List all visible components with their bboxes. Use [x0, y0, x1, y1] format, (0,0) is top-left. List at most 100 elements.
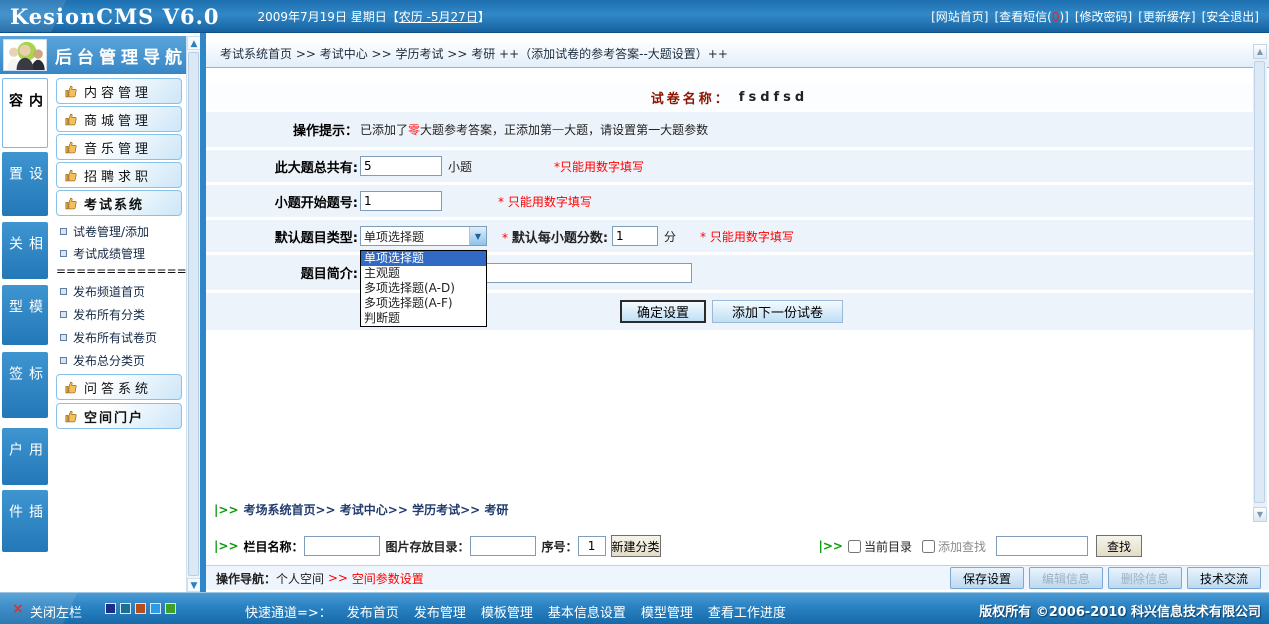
quick-link-template-management[interactable]: 模板管理 [481, 602, 533, 621]
refresh-cache-link[interactable]: [更新缓存] [1138, 8, 1195, 25]
submenu-exam-scores[interactable]: 考试成绩管理 [60, 245, 145, 262]
delete-info-button[interactable]: 删除信息 [1108, 567, 1182, 589]
add-next-paper-button[interactable]: 添加下一份试卷 [712, 300, 843, 323]
theme-swatch-teal[interactable] [120, 603, 131, 614]
scroll-down-icon[interactable]: ▼ [1253, 507, 1267, 522]
quick-link-basic-info-settings[interactable]: 基本信息设置 [548, 602, 626, 621]
category-name-label: 栏目名称： [244, 538, 304, 555]
dropdown-option-multi-ad[interactable]: 多项选择题(A-D) [361, 281, 486, 296]
submenu-paper-management[interactable]: 试卷管理/添加 [60, 223, 149, 240]
question-type-select[interactable]: 单项选择题 ▼ [360, 226, 487, 246]
quick-link-publish-management[interactable]: 发布管理 [414, 602, 466, 621]
close-left-panel-link[interactable]: 关闭左栏 [30, 602, 82, 621]
menu-mall-management[interactable]: 商城管理 [56, 106, 182, 132]
logout-link[interactable]: [安全退出] [1202, 8, 1259, 25]
bullet-icon [60, 311, 67, 318]
sidebar-tab-plugins[interactable]: 插件 [2, 490, 48, 552]
main-scrollbar[interactable]: ▲ ▼ [1253, 44, 1267, 522]
tech-exchange-button[interactable]: 技术交流 [1187, 567, 1261, 589]
sidebar-tab-settings[interactable]: 设置 [2, 152, 48, 216]
question-type-row: 默认题目类型: 单项选择题 ▼ * 默认每小题分数: 分 * 只能用数字填写 [206, 220, 1253, 252]
score-note: * 只能用数字填写 [700, 228, 794, 245]
quick-link-publish-home[interactable]: 发布首页 [347, 602, 399, 621]
menu-music-management[interactable]: 音乐管理 [56, 134, 182, 160]
category-name-input[interactable] [304, 536, 380, 556]
paper-name-label: 试卷名称： [651, 88, 731, 107]
sidebar-tab-content[interactable]: 内容 [2, 78, 48, 148]
order-input[interactable] [578, 536, 606, 556]
menu-recruitment[interactable]: 招聘求职 [56, 162, 182, 188]
scroll-up-icon[interactable]: ▲ [187, 36, 201, 50]
lunar-date-link[interactable]: 农历 -5月27日 [399, 10, 478, 24]
main-panel: 考试系统首页 >> 考试中心 >> 学历考试 >> 考研 ++（添加试卷的参考答… [206, 33, 1269, 592]
theme-swatch-green[interactable] [165, 603, 176, 614]
quick-links-label: 快速通道=>： [245, 602, 332, 621]
sidebar-scrollbar-thumb[interactable] [188, 52, 199, 576]
quick-link-work-progress[interactable]: 查看工作进度 [708, 602, 786, 621]
menu-content-management[interactable]: 内容管理 [56, 78, 182, 104]
view-messages-link[interactable]: [查看短信(0)] [994, 8, 1068, 25]
personal-space-link[interactable]: 个人空间 [276, 570, 324, 587]
new-category-button[interactable]: 新建分类 [611, 535, 661, 557]
total-questions-input[interactable] [360, 156, 442, 176]
main-scrollbar-thumb[interactable] [1254, 61, 1265, 503]
quick-links: 快速通道=>： 发布首页 发布管理 模板管理 基本信息设置 模型管理 查看工作进… [245, 602, 786, 621]
edit-info-button[interactable]: 编辑信息 [1029, 567, 1103, 589]
admin-avatar-image [3, 39, 47, 71]
sidebar-tab-users[interactable]: 用户 [2, 428, 48, 485]
menu-qa-system[interactable]: 问答系统 [56, 374, 182, 400]
add-search-label: 添加查找 [938, 538, 986, 555]
submenu-publish-all-papers[interactable]: 发布所有试卷页 [60, 329, 157, 346]
sidebar-tab-tags[interactable]: 标签 [2, 352, 48, 418]
theme-swatch-blue[interactable] [150, 603, 161, 614]
sidebar-title: 后台管理导航 [55, 43, 187, 68]
lower-breadcrumb: |>> 考场系统首页>> 考试中心>> 学历考试>> 考研 [214, 501, 508, 518]
submenu-publish-channel-home[interactable]: 发布频道首页 [60, 283, 145, 300]
scroll-up-icon[interactable]: ▲ [1253, 44, 1267, 59]
theme-swatch-navy[interactable] [105, 603, 116, 614]
paper-name-row: 试卷名称： fsdfsd [206, 84, 1253, 110]
tip-label: 操作提示： [206, 120, 358, 139]
thumb-up-icon [65, 141, 78, 154]
search-input[interactable] [996, 536, 1088, 556]
thumb-up-icon [65, 410, 78, 423]
change-password-link[interactable]: [修改密码] [1075, 8, 1132, 25]
space-params-link[interactable]: 空间参数设置 [352, 570, 424, 587]
theme-swatch-orange[interactable] [135, 603, 146, 614]
bullet-icon [60, 334, 67, 341]
select-arrow-icon[interactable]: ▼ [469, 227, 486, 245]
search-button[interactable]: 查找 [1096, 535, 1142, 557]
sidebar-tab-models[interactable]: 模型 [2, 285, 48, 345]
dropdown-option-single-choice[interactable]: 单项选择题 [361, 251, 486, 266]
question-type-dropdown: 单项选择题 主观题 多项选择题(A-D) 多项选择题(A-F) 判断题 [360, 250, 487, 327]
dropdown-option-subjective[interactable]: 主观题 [361, 266, 486, 281]
green-arrow-icon: |>> [214, 539, 239, 553]
close-icon[interactable]: × [12, 601, 24, 617]
thumb-up-icon [65, 381, 78, 394]
confirm-settings-button[interactable]: 确定设置 [620, 300, 706, 323]
tip-text: 已添加了零大题参考答案，正添加第一大题，请设置第一大题参数 [360, 121, 708, 138]
menu-space-portal[interactable]: 空间门户 [56, 403, 182, 429]
dropdown-option-multi-af[interactable]: 多项选择题(A-F) [361, 296, 486, 311]
sidebar-tab-related[interactable]: 相关 [2, 222, 48, 279]
add-search-checkbox[interactable] [922, 540, 935, 553]
image-dir-input[interactable] [470, 536, 536, 556]
score-label: * 默认每小题分数: [502, 227, 608, 246]
top-links: [网站首页] [查看短信(0)] [修改密码] [更新缓存] [安全退出] [931, 8, 1259, 25]
menu-exam-system[interactable]: 考试系统 [56, 190, 182, 216]
scroll-down-icon[interactable]: ▼ [187, 578, 201, 592]
bullet-icon [60, 357, 67, 364]
date-text: 2009年7月19日 星期日【农历 -5月27日】 [258, 8, 490, 25]
tip-row: 操作提示： 已添加了零大题参考答案，正添加第一大题，请设置第一大题参数 [206, 112, 1253, 147]
submenu-publish-total-category[interactable]: 发布总分类页 [60, 352, 145, 369]
score-input[interactable] [612, 226, 658, 246]
current-directory-checkbox[interactable] [848, 540, 861, 553]
start-number-input[interactable] [360, 191, 442, 211]
sidebar-scrollbar[interactable]: ▲ ▼ [186, 36, 200, 592]
save-settings-button[interactable]: 保存设置 [950, 567, 1024, 589]
dropdown-option-true-false[interactable]: 判断题 [361, 311, 486, 326]
quick-link-model-management[interactable]: 模型管理 [641, 602, 693, 621]
kesioncms-admin-window: KesionCMS V6.0 2009年7月19日 星期日【农历 -5月27日】… [0, 0, 1269, 624]
submenu-publish-all-categories[interactable]: 发布所有分类 [60, 306, 145, 323]
site-home-link[interactable]: [网站首页] [931, 8, 988, 25]
